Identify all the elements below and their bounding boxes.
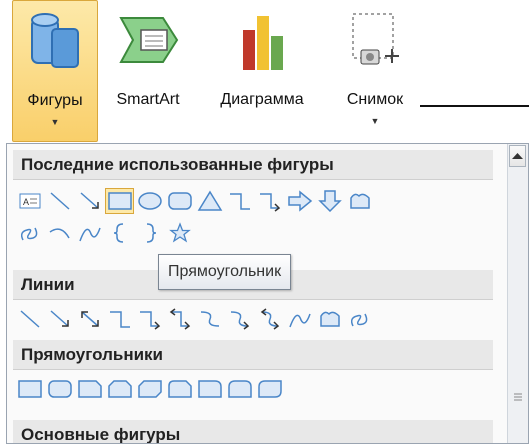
section-recent: Последние использованные фигуры: [13, 150, 493, 180]
curved-connector-shape-icon[interactable]: [195, 306, 224, 332]
line-shape-icon[interactable]: [45, 188, 74, 214]
screenshot-label: Снимок: [346, 91, 404, 108]
round-same-side-rectangle-shape-icon[interactable]: [225, 376, 254, 402]
scribble-shape-icon[interactable]: [345, 306, 374, 332]
left-brace-shape-icon[interactable]: [105, 220, 134, 246]
star-shape-icon[interactable]: [165, 220, 194, 246]
freeform-shape-icon[interactable]: [345, 188, 374, 214]
elbow-arrow-connector-shape-icon[interactable]: [135, 306, 164, 332]
curve-shape-icon[interactable]: [285, 306, 314, 332]
snip-same-side-rectangle-shape-icon[interactable]: [105, 376, 134, 402]
tooltip: Прямоугольник: [158, 254, 292, 290]
shapes-gallery: Последние использованные фигуры A Линии: [6, 143, 529, 444]
round-single-corner-rectangle-shape-icon[interactable]: [195, 376, 224, 402]
curve-shape-icon[interactable]: [75, 220, 104, 246]
down-arrow-shape-icon[interactable]: [315, 188, 344, 214]
rectangle-shape-icon[interactable]: [105, 188, 134, 214]
text-box-shape-icon[interactable]: A: [15, 188, 44, 214]
chart-button[interactable]: Диаграмма: [197, 0, 327, 142]
shapes-label: Фигуры: [27, 92, 83, 109]
snip-round-rectangle-shape-icon[interactable]: [165, 376, 194, 402]
triangle-shape-icon[interactable]: [195, 188, 224, 214]
section-basic: Основные фигуры: [13, 420, 493, 443]
divider-line: [420, 105, 529, 107]
rounded-rectangle-shape-icon[interactable]: [45, 376, 74, 402]
right-brace-shape-icon[interactable]: [135, 220, 164, 246]
curved-arrow-connector-shape-icon[interactable]: [225, 306, 254, 332]
arrow-line-shape-icon[interactable]: [75, 188, 104, 214]
arrow-line-shape-icon[interactable]: [45, 306, 74, 332]
section-rectangles: Прямоугольники: [13, 340, 493, 370]
chevron-up-icon: [512, 153, 523, 159]
elbow-connector-shape-icon[interactable]: [105, 306, 134, 332]
rectangle-shape-icon[interactable]: [15, 376, 44, 402]
right-arrow-shape-icon[interactable]: [285, 188, 314, 214]
rectangles-row: [15, 374, 284, 404]
vertical-scrollbar[interactable]: [507, 144, 528, 443]
insert-ribbon: Фигуры ▼ SmartArt Диаграмма Снимок ▼: [0, 0, 529, 142]
svg-text:A: A: [23, 197, 29, 207]
line-shape-icon[interactable]: [15, 306, 44, 332]
screenshot-icon: [345, 10, 405, 81]
scroll-up-button[interactable]: [509, 145, 526, 167]
oval-shape-icon[interactable]: [135, 188, 164, 214]
elbow-double-arrow-connector-shape-icon[interactable]: [165, 306, 194, 332]
chart-icon: [235, 10, 289, 81]
shapes-icon: [26, 11, 84, 80]
smartart-button[interactable]: SmartArt: [100, 0, 196, 142]
snip-corner-rectangle-shape-icon[interactable]: [75, 376, 104, 402]
curved-double-arrow-connector-shape-icon[interactable]: [255, 306, 284, 332]
elbow-connector-shape-icon[interactable]: [225, 188, 254, 214]
snip-diagonal-rectangle-shape-icon[interactable]: [135, 376, 164, 402]
screenshot-button[interactable]: Снимок ▼: [330, 0, 420, 142]
smartart-icon: [115, 10, 181, 77]
double-arrow-line-shape-icon[interactable]: [75, 306, 104, 332]
recent-shapes-row-2: [15, 218, 194, 248]
elbow-arrow-connector-shape-icon[interactable]: [255, 188, 284, 214]
rounded-rectangle-shape-icon[interactable]: [165, 188, 194, 214]
chevron-down-icon: ▼: [370, 116, 380, 126]
scroll-grip-icon[interactable]: [513, 392, 523, 402]
recent-shapes-row-1: A: [15, 186, 374, 216]
freeform-shape-icon[interactable]: [315, 306, 344, 332]
arc-shape-icon[interactable]: [45, 220, 74, 246]
scribble-shape-icon[interactable]: [15, 220, 44, 246]
smartart-label: SmartArt: [116, 91, 180, 108]
lines-row: [15, 304, 374, 334]
shapes-button[interactable]: Фигуры ▼: [12, 0, 98, 142]
round-diagonal-rectangle-shape-icon[interactable]: [255, 376, 284, 402]
chart-label: Диаграмма: [220, 91, 304, 108]
chevron-down-icon: ▼: [50, 117, 60, 127]
